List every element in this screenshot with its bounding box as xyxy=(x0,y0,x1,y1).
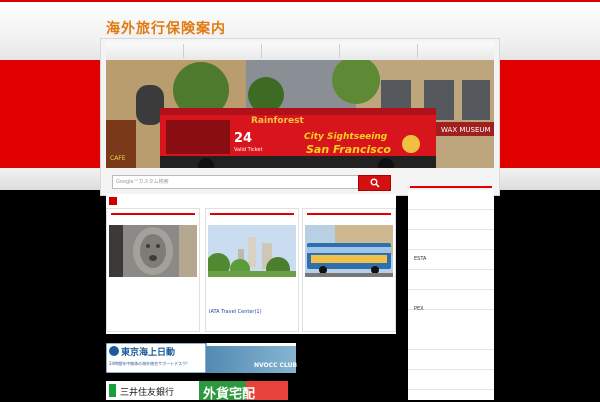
site-title[interactable]: 海外旅行保険案内 xyxy=(106,18,226,38)
nav-strip xyxy=(106,42,494,60)
sidebar-item-esta[interactable]: ESTA xyxy=(408,250,494,270)
card-accent xyxy=(111,213,195,215)
sidebar-item[interactable] xyxy=(408,210,494,230)
search-button[interactable] xyxy=(358,175,391,191)
card-accent xyxy=(210,213,294,215)
tokio-marine-banner[interactable]: 東京海上日動 24時間年中無休の海外総合サポートデスク! NVOCC CLUB xyxy=(106,343,298,373)
smbc-banner[interactable]: 三井住友銀行 外貨宅配 xyxy=(106,381,288,402)
play-icon xyxy=(109,197,117,211)
card-image-sculpture xyxy=(109,225,197,277)
search-icon xyxy=(370,178,380,188)
sidebar-item[interactable] xyxy=(408,270,494,290)
hero-image: WAX MUSEUM CAFE Rainforest 24 Valid Tick… xyxy=(106,60,494,168)
sidebar-item[interactable] xyxy=(408,230,494,250)
ticket-text: Valid Ticket xyxy=(234,147,262,153)
article-card-1[interactable] xyxy=(106,208,200,332)
tokio-marine-sub: 24時間年中無休の海外総合サポートデスク! xyxy=(109,361,188,366)
card-accent xyxy=(307,213,391,215)
sidebar-item[interactable] xyxy=(408,190,494,210)
article-card-3[interactable] xyxy=(302,208,396,332)
card-image-city xyxy=(208,225,296,277)
sidebar-accent xyxy=(410,186,492,188)
tokio-marine-name: 東京海上日動 xyxy=(121,348,176,358)
sidebar-item[interactable] xyxy=(408,370,494,390)
article-card-2[interactable]: IATA Travel Center(1) xyxy=(205,208,299,332)
top-accent-line xyxy=(0,0,600,2)
bus-sf-sign: San Francisco xyxy=(306,143,391,156)
nvocc-title: NVOCC CLUB xyxy=(254,362,298,369)
ticket-number: 24 xyxy=(234,131,252,146)
museum-sign: WAX MUSEUM xyxy=(441,126,491,134)
card-caption[interactable]: IATA Travel Center(1) xyxy=(209,309,262,315)
sidebar-item-label: PEX xyxy=(414,306,424,312)
sidebar-item-pex[interactable]: PEX xyxy=(408,300,494,314)
card-image-bus xyxy=(305,225,393,277)
smbc-tagline: 外貨宅配 xyxy=(203,387,256,402)
smbc-name: 三井住友銀行 xyxy=(120,388,175,398)
search-input[interactable]: Google™カスタム検索 xyxy=(112,175,360,189)
cafe-sign: CAFE xyxy=(110,155,126,162)
sidebar-item[interactable] xyxy=(408,350,494,370)
bus-city-sign: City Sightseeing xyxy=(304,132,388,142)
bus-rainforest-sign: Rainforest xyxy=(251,116,304,126)
sidebar-item-label: ESTA xyxy=(414,256,427,262)
sidebar: ESTA PEX xyxy=(408,190,494,400)
sidebar-item[interactable] xyxy=(408,310,494,350)
